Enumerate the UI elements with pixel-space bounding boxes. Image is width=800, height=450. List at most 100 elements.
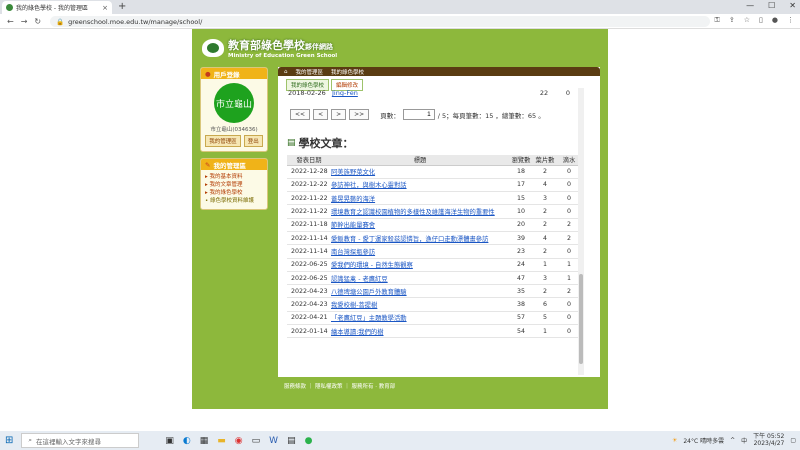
reload-icon[interactable]: ↻ [34,17,41,26]
user-icon: ● [205,69,211,78]
article-link[interactable]: 環境教育之認識校園植物的多樣性及維護海洋生物的重要性 [331,209,495,216]
row-title: 南台灣探瓶參訪 [331,244,509,259]
my-manage-button[interactable]: 我的管理區 [205,135,241,147]
menu-icon[interactable]: ⋮ [787,16,794,25]
col-views[interactable]: 瀏覽數 [509,155,533,166]
table-row: 2022-12-28 阿美族野菜文化 18 2 0 [287,165,581,179]
content-scroll-area[interactable]: 2018-02-26 Jing-Fen 22 0 << < > >> 頁數： /… [284,88,584,375]
breadcrumb-school[interactable]: 我的綠色學校 [331,68,364,76]
browser-tab[interactable]: 我的綠色學校 - 我的管理區 × [2,1,112,14]
row-leaves: 2 [533,218,557,232]
user-id: 市立龜山(034636) [210,127,258,133]
notification-icon[interactable]: ▢ [790,437,796,444]
row-views: 38 [509,297,533,312]
app-icon[interactable]: ▭ [252,436,261,446]
taskbar-search[interactable]: ⌕ 在這裡輸入文字來搜尋 [21,433,140,448]
star-icon[interactable]: ☆ [744,16,750,25]
prev-page-button[interactable]: < [313,109,329,120]
table-row: 2022-04-23 我愛校樹-菩提樹 38 6 0 [287,297,581,312]
clock[interactable]: 下午 05:52 2023/4/27 [753,433,784,447]
sidepanel-icon[interactable]: ▯ [759,16,763,25]
windows-start-icon[interactable]: ⊞ [5,435,13,446]
window-controls: — ☐ ✕ [746,1,796,10]
article-link[interactable]: 繪本導讀:我們的樹 [331,329,384,336]
url-field[interactable]: 🔒 greenschool.moe.edu.tw/manage/school/ [50,16,710,27]
address-bar: ← → ↻ 🔒 greenschool.moe.edu.tw/manage/sc… [0,14,800,29]
search-icon: ⌕ [28,436,33,444]
section-title: ▤ 學校文章： [287,137,354,150]
row-date: 2022-06-25 [287,258,331,272]
back-icon[interactable]: ← [7,17,14,26]
new-tab-icon[interactable]: + [118,1,126,12]
app2-icon[interactable]: ▤ [287,436,296,446]
site-logo[interactable]: 教育部綠色學校夥伴網路 Ministry of Education Green … [202,37,337,59]
row-views: 39 [509,231,533,246]
table-row: 2022-06-25 愛我們的環境 - 自然生態觀察 24 1 1 [287,258,581,272]
menu-item-school-maintain[interactable]: • 綠色學校資料維護 [205,197,263,205]
maximize-icon[interactable]: ☐ [768,1,775,10]
col-date[interactable]: 發表日期 [287,155,331,166]
scrollbar[interactable] [578,88,584,375]
table-row: 2022-01-14 繪本導讀:我們的樹 54 1 0 [287,324,581,339]
system-tray: ☀ 24°C 晴時多雲 ^ 中 下午 05:52 2023/4/27 ▢ [672,433,796,447]
menu-item-articles[interactable]: ▸ 我的文章管理 [205,181,263,189]
col-title[interactable]: 標題 [331,155,509,166]
chrome-icon[interactable]: ◉ [235,436,243,446]
scrollbar-thumb[interactable] [579,274,583,364]
row-title: 蓋晃晃藝的海洋 [331,191,509,206]
taskbar: ⊞ ⌕ 在這裡輸入文字來搜尋 ▣ ◐ ▦ ▬ ◉ ▭ W ▤ ● ☀ 24°C … [0,431,800,450]
close-window-icon[interactable]: ✕ [789,1,796,10]
row-leaves: 6 [533,297,557,312]
row-title: 繪本導讀:我們的樹 [331,324,509,339]
row-date: 2022-12-22 [287,178,331,193]
edge-icon[interactable]: ◐ [183,436,191,446]
article-link[interactable]: 阿美族野菜文化 [331,169,375,176]
close-tab-icon[interactable]: × [102,4,108,12]
folder-icon[interactable]: ▬ [217,436,226,446]
article-link[interactable]: 八德埤塘公園戶外教育體驗 [331,289,407,296]
article-link[interactable]: 「老鷹紅豆」主題教學活動 [331,315,407,322]
logout-button[interactable]: 登出 [243,135,263,147]
article-link[interactable]: 南台灣探瓶參訪 [331,249,375,256]
breadcrumb-manage[interactable]: 我的管理區 [296,68,324,76]
first-page-button[interactable]: << [290,109,311,120]
row-date: 2022-04-23 [287,297,331,312]
author-link[interactable]: Jing-Fen [332,89,532,97]
col-leaves[interactable]: 葉片數 [533,155,557,166]
minimize-icon[interactable]: — [746,1,754,10]
articles-table: 發表日期 標題 瀏覽數 葉片數 滴水 2022-12-28 阿美族野菜文化 18 2 0… [287,155,581,339]
article-link[interactable]: 節幹出能量賽舍 [331,222,375,229]
row-title: 認識猛禽 - 老鷹紅豆 [331,271,509,286]
tab-title: 我的綠色學校 - 我的管理區 [16,5,88,12]
menu-item-profile[interactable]: ▸ 我的基本資料 [205,173,263,181]
next-page-button[interactable]: > [331,109,347,120]
home-icon[interactable]: ⌂ [284,69,288,75]
article-link[interactable]: 認識猛禽 - 老鷹紅豆 [331,276,388,283]
page-input[interactable] [402,109,435,120]
row-title: 愛我們的環境 - 自然生態觀察 [331,258,509,272]
article-link[interactable]: 參訪神社，與樹木心靈對話 [331,182,407,189]
article-link[interactable]: 愛我們的環境 - 自然生態觀察 [331,262,413,269]
lang-indicator[interactable]: 中 [741,436,747,445]
menu-item-school[interactable]: ▸ 我的綠色學校 [205,189,263,197]
footer-links[interactable]: 服務條款 ｜ 隱私權政策 ｜ 服務所有 · 教育部 [284,382,395,390]
article-link[interactable]: 愛飯教育 - 愛丁運家殺茲認憐旨，漁仔口走動漂體畫參訪 [331,236,488,243]
line-icon[interactable]: ● [305,436,313,446]
breadcrumb: ⌂ 我的管理區 我的綠色學校 [278,67,600,76]
row-title: 環境教育之認識校園植物的多樣性及維護海洋生物的重要性 [331,204,509,219]
row-views: 15 [509,191,533,206]
weather-text[interactable]: 24°C 晴時多雲 [683,436,724,445]
word-icon[interactable]: W [269,436,278,446]
site-favicon-icon [6,4,13,11]
taskview-icon[interactable]: ▣ [165,436,174,446]
forward-icon[interactable]: → [21,17,28,26]
share-icon[interactable]: ⇪ [729,16,735,25]
tray-chevron-icon[interactable]: ^ [730,437,735,444]
store-icon[interactable]: ▦ [200,436,209,446]
sidebar: ● 用戶登錄 市立龜山 市立龜山(034636) 我的管理區 登出 ✎ 我的管理區 … [200,67,268,216]
key-icon[interactable]: ⚿ [715,16,720,25]
article-link[interactable]: 我愛校樹-菩提樹 [331,302,377,309]
article-link[interactable]: 蓋晃晃藝的海洋 [331,196,375,203]
last-page-button[interactable]: >> [349,109,370,120]
profile-icon[interactable]: ● [772,16,778,25]
